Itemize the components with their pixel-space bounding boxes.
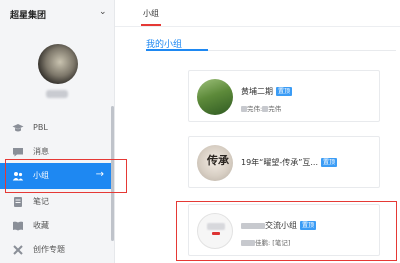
chat-bubble-icon — [13, 148, 23, 157]
sidebar-item-label: 收藏 — [33, 221, 49, 230]
sidebar-item-label: 小组 — [33, 171, 49, 180]
group-title: 黄埔二期 置顶 — [241, 86, 293, 97]
book-icon — [13, 221, 23, 231]
blurred-logo — [207, 223, 225, 230]
tab-active-underline — [141, 24, 161, 26]
top-tabbar: 小组 — [115, 0, 400, 27]
sidebar-item-notes[interactable]: 笔记 — [0, 189, 114, 215]
blurred-text — [241, 223, 265, 229]
message-preview: [笔记] — [272, 239, 291, 247]
pinned-badge: 置顶 — [320, 158, 337, 167]
sidebar-item-messages[interactable]: 消息 — [0, 139, 114, 165]
chevron-down-icon[interactable]: ⌄ — [99, 7, 107, 17]
sidebar: 超星集团 ⌄ PBL 消息 小组 → 笔记 收藏 创作专题 — [0, 0, 114, 263]
org-switcher[interactable]: 超星集团 ⌄ — [0, 0, 114, 26]
sidebar-divider — [114, 0, 115, 263]
org-name: 超星集团 — [10, 11, 47, 21]
group-title: 19年“曜望-传承”互... 置顶 — [241, 157, 337, 168]
sender-name: 佳鹏: — [255, 239, 271, 247]
username-blurred — [46, 90, 68, 98]
group-last-message: 佳鹏: [笔记] — [241, 237, 290, 247]
group-last-message: 完伟: 完伟 — [241, 103, 281, 113]
pinned-badge: 置顶 — [276, 87, 293, 96]
group-title-text: 19年“曜望-传承”互... — [241, 158, 318, 167]
note-icon — [14, 197, 22, 207]
group-thumbnail: 传承 — [197, 145, 233, 181]
group-title-text: 交流小组 — [265, 221, 297, 230]
avatar[interactable] — [38, 44, 78, 84]
arrow-right-icon: → — [95, 169, 104, 180]
sidebar-item-groups[interactable]: 小组 → — [0, 163, 114, 189]
tools-icon — [13, 245, 23, 255]
logo-mark — [212, 232, 220, 235]
message-preview: 完伟 — [268, 105, 282, 113]
sidebar-item-label: 消息 — [33, 147, 49, 156]
graduation-cap-icon — [12, 124, 24, 132]
subtab-active-underline — [146, 49, 208, 51]
group-thumbnail — [197, 213, 233, 249]
group-thumbnail — [197, 79, 233, 115]
sender-name: 完伟: — [247, 105, 263, 113]
group-title: 交流小组 置顶 — [241, 220, 317, 231]
group-card[interactable]: 传承 19年“曜望-传承”互... 置顶 — [188, 136, 380, 188]
sidebar-item-favorites[interactable]: 收藏 — [0, 213, 114, 239]
sidebar-item-pbl[interactable]: PBL — [0, 115, 114, 141]
calligraphy-text: 传承 — [207, 154, 229, 167]
sidebar-item-label: 笔记 — [33, 197, 49, 206]
blurred-text — [241, 240, 255, 246]
group-icon — [12, 172, 24, 181]
sidebar-item-label: PBL — [33, 123, 48, 132]
tab-groups[interactable]: 小组 — [143, 8, 159, 19]
group-card[interactable]: 交流小组 置顶 佳鹏: [笔记] — [188, 204, 380, 256]
sidebar-item-creation[interactable]: 创作专题 — [0, 237, 114, 263]
group-card[interactable]: 黄埔二期 置顶 完伟: 完伟 — [188, 70, 380, 122]
group-title-text: 黄埔二期 — [241, 87, 273, 96]
pinned-badge: 置顶 — [300, 221, 317, 230]
sidebar-item-label: 创作专题 — [33, 245, 65, 254]
